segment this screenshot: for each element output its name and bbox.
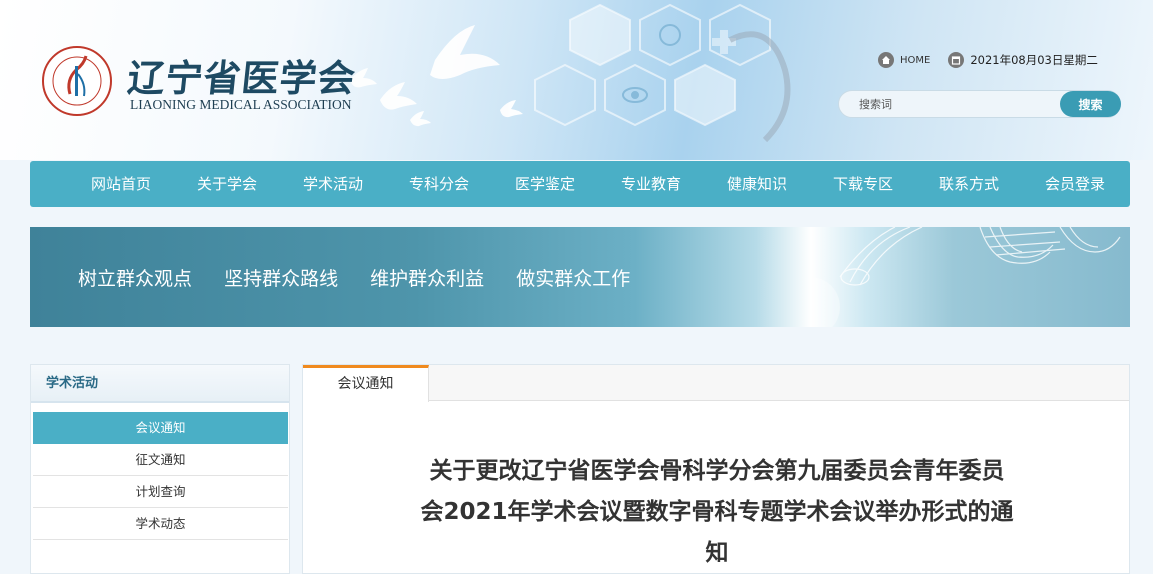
article-title-line: 会2021年学术会议暨数字骨科专题学术会议举办形式的通 xyxy=(420,499,1014,525)
search-bar: 搜索 xyxy=(838,90,1121,118)
sidebar-item-plan-query[interactable]: 计划查询 xyxy=(33,476,288,508)
tab-bar: 会议通知 xyxy=(303,365,1129,402)
nav-item-health[interactable]: 健康知识 xyxy=(727,161,787,207)
sidebar-item-meeting-notice[interactable]: 会议通知 xyxy=(33,412,288,444)
nav-item-login[interactable]: 会员登录 xyxy=(1045,161,1105,207)
site-logo[interactable]: 辽宁省医学会 LIAONING MEDICAL ASSOCIATION xyxy=(40,44,370,124)
home-link[interactable]: HOME xyxy=(900,55,930,66)
main-nav: 网站首页 关于学会 学术活动 专科分会 医学鉴定 专业教育 健康知识 下载专区 … xyxy=(30,161,1130,207)
article-title-line: 知 xyxy=(705,540,729,566)
sidebar-list: 会议通知 征文通知 计划查询 学术动态 xyxy=(33,412,288,540)
article-title: 关于更改辽宁省医学会骨科学分会第九届委员会青年委员 会2021年学术会议暨数字骨… xyxy=(403,451,1031,574)
slogan-1: 树立群众观点 xyxy=(78,268,193,290)
tab-meeting-notice[interactable]: 会议通知 xyxy=(303,365,429,402)
medical-hexagon-icon xyxy=(534,3,791,143)
nav-item-academic[interactable]: 学术活动 xyxy=(303,161,363,207)
home-icon[interactable] xyxy=(878,52,894,68)
main-content: 会议通知 关于更改辽宁省医学会骨科学分会第九届委员会青年委员 会2021年学术会… xyxy=(302,364,1130,574)
top-links: HOME 2021年08月03日星期二 xyxy=(878,50,1098,70)
sidebar-item-call-for-papers[interactable]: 征文通知 xyxy=(33,444,288,476)
sidebar-item-academic-news[interactable]: 学术动态 xyxy=(33,508,288,540)
nav-item-branches[interactable]: 专科分会 xyxy=(409,161,469,207)
sidebar: 学术活动 会议通知 征文通知 计划查询 学术动态 xyxy=(30,364,290,574)
logo-emblem-icon xyxy=(42,46,112,116)
calendar-icon xyxy=(948,52,965,68)
sidebar-title: 学术活动 xyxy=(31,365,289,403)
slogan-4: 做实群众工作 xyxy=(516,268,631,290)
nav-item-education[interactable]: 专业教育 xyxy=(621,161,681,207)
banner-slogans: 树立群众观点 坚持群众路线 维护群众利益 做实群众工作 xyxy=(78,264,656,291)
nav-item-contact[interactable]: 联系方式 xyxy=(939,161,999,207)
slogan-2: 坚持群众路线 xyxy=(224,268,339,290)
slogan-banner: 树立群众观点 坚持群众路线 维护群众利益 做实群众工作 xyxy=(30,227,1130,327)
search-input[interactable] xyxy=(839,91,1059,117)
search-button[interactable]: 搜索 xyxy=(1060,91,1121,117)
current-date: 2021年08月03日星期二 xyxy=(970,53,1098,67)
wireframe-hand-icon xyxy=(810,227,1121,327)
logo-subtitle: LIAONING MEDICAL ASSOCIATION xyxy=(130,97,352,112)
nav-item-about[interactable]: 关于学会 xyxy=(197,161,257,207)
nav-item-appraisal[interactable]: 医学鉴定 xyxy=(515,161,575,207)
nav-item-download[interactable]: 下载专区 xyxy=(833,161,893,207)
slogan-3: 维护群众利益 xyxy=(370,268,485,290)
logo-title: 辽宁省医学会 xyxy=(125,56,358,100)
nav-item-home[interactable]: 网站首页 xyxy=(91,161,151,207)
site-header: 辽宁省医学会 LIAONING MEDICAL ASSOCIATION HOME… xyxy=(0,0,1153,160)
article-title-line: 关于更改辽宁省医学会骨科学分会第九届委员会青年委员 xyxy=(429,458,1005,484)
